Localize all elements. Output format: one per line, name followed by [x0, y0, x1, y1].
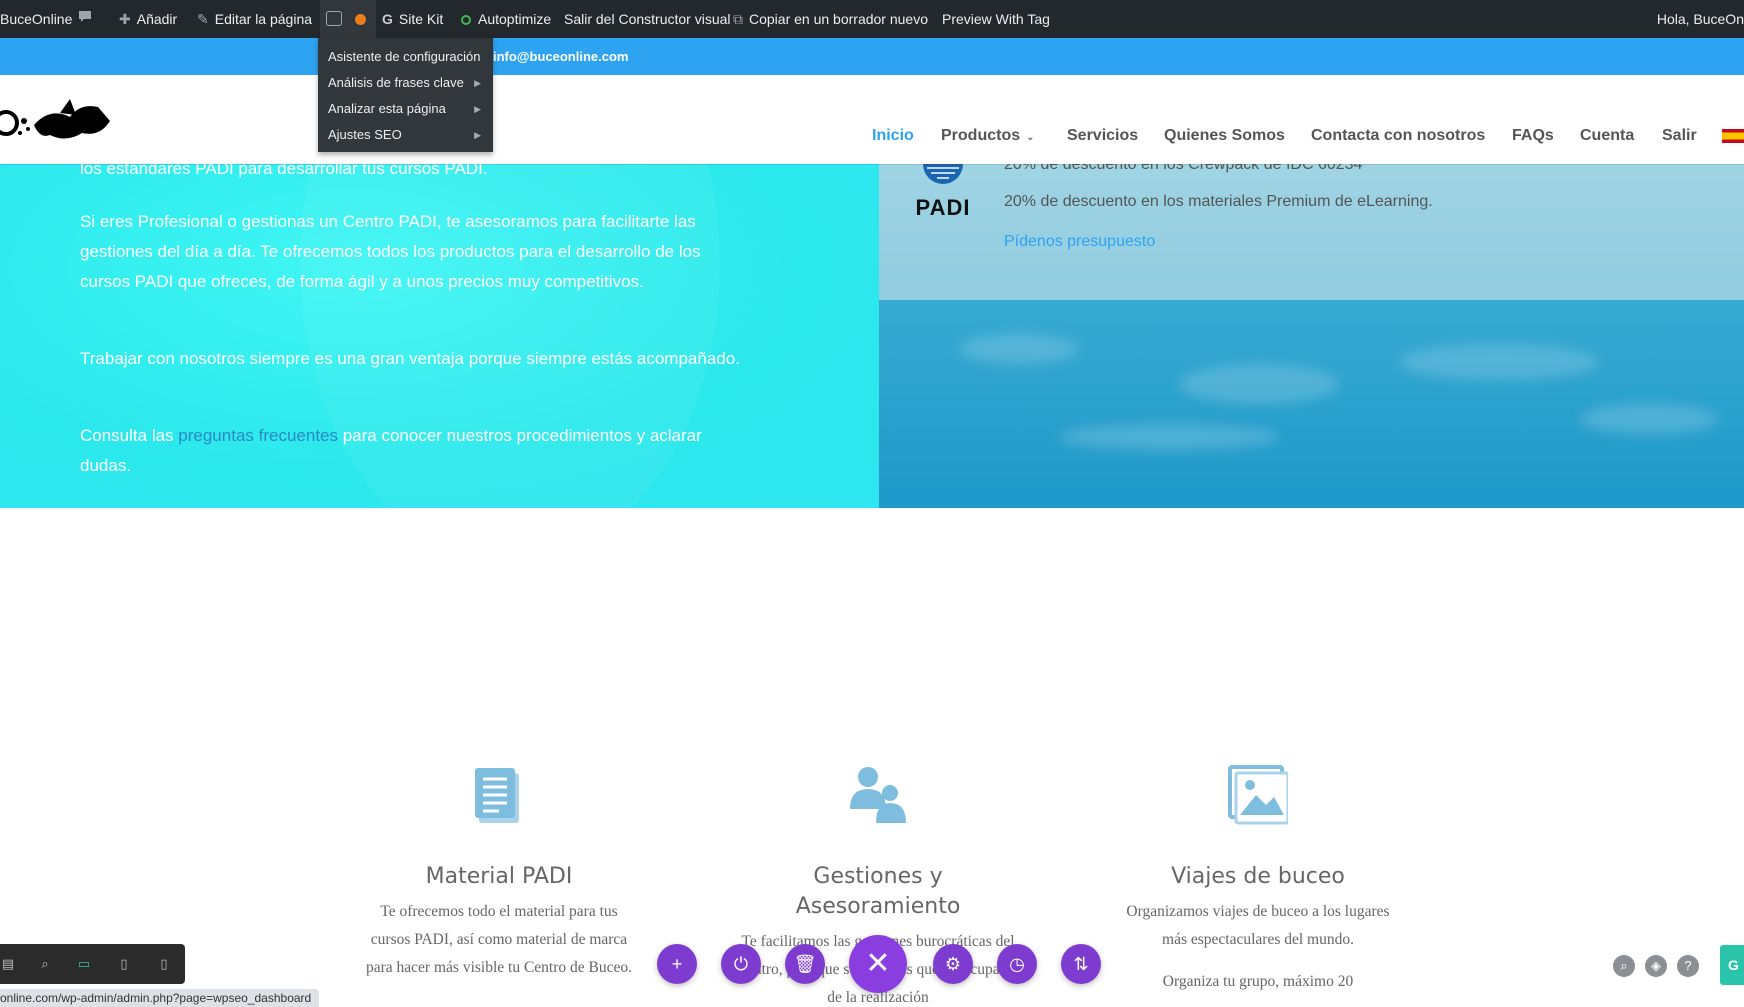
- padi-wordmark: PADI: [915, 195, 971, 220]
- user-greeting[interactable]: Hola, BuceOn: [1657, 0, 1744, 38]
- nav-item-salir[interactable]: Salir: [1662, 127, 1697, 145]
- delete-button[interactable]: 🗑: [785, 944, 825, 984]
- admin-site-name[interactable]: BuceOnline: [0, 0, 72, 38]
- save-tab-button[interactable]: G: [1720, 945, 1744, 985]
- preview-with-tag-button[interactable]: Preview With Tag: [942, 0, 1050, 38]
- hero-right-section: PADI 20% de descuento en los Crewpack de…: [879, 164, 1744, 508]
- feature-viajes: Viajes de buceo Organizamos viajes de bu…: [1118, 765, 1398, 996]
- portability-button[interactable]: ⇅: [1061, 944, 1101, 984]
- comments-icon[interactable]: [78, 0, 92, 38]
- padi-logo: PADI: [909, 164, 977, 220]
- offer-line-1: 20% de descuento en los Crewpack de IDC …: [1004, 164, 1363, 173]
- feature-title: Material PADI: [425, 864, 573, 889]
- submenu-arrow-icon: ▶: [474, 78, 481, 88]
- exit-visual-builder-button[interactable]: Salir del Constructor visual: [564, 0, 731, 38]
- add-module-button[interactable]: +: [657, 944, 697, 984]
- layers-icon[interactable]: ◈: [1645, 955, 1667, 977]
- menu-item-seo-settings[interactable]: Ajustes SEO ▶: [318, 122, 493, 148]
- nav-item-faqs[interactable]: FAQs: [1512, 127, 1554, 145]
- builder-view-bar: ▤ ⌕ ▭ ▯ ▯: [0, 944, 185, 984]
- copy-to-draft-button[interactable]: ⧉ Copiar en un borrador nuevo: [733, 0, 928, 38]
- feature-text-2: Organiza tu grupo, máximo 20: [1162, 973, 1354, 990]
- zoom-icon[interactable]: ⌕: [37, 956, 53, 972]
- feature-text: Organizamos viajes de buceo a los lugare…: [1126, 903, 1390, 948]
- hero-paragraph-3: Trabajar con nosotros siempre es una gra…: [80, 349, 740, 368]
- add-new-button[interactable]: ✚ Añadir: [119, 0, 177, 38]
- history-button[interactable]: ◷: [997, 944, 1037, 984]
- close-builder-button[interactable]: ✕: [849, 935, 907, 993]
- document-icon: [475, 768, 519, 823]
- yoast-icon: [326, 11, 342, 26]
- tablet-view-icon[interactable]: ▯: [116, 956, 132, 972]
- menu-item-keyphrase-analysis[interactable]: Análisis de frases clave ▶: [318, 70, 493, 96]
- desktop-view-icon[interactable]: ▭: [76, 956, 92, 972]
- users-icon: [850, 767, 906, 823]
- settings-gear-button[interactable]: ⚙: [933, 944, 973, 984]
- nav-item-servicios[interactable]: Servicios: [1067, 127, 1138, 145]
- nav-item-productos[interactable]: Productos ⌄: [941, 127, 1035, 145]
- help-icon[interactable]: ?: [1677, 955, 1699, 977]
- nav-item-cuenta[interactable]: Cuenta: [1580, 127, 1634, 145]
- offer-line-2: 20% de descuento en los materiales Premi…: [1004, 193, 1433, 210]
- spanish-flag-icon[interactable]: [1722, 129, 1744, 143]
- submenu-arrow-icon: ▶: [474, 130, 481, 140]
- chevron-down-icon: ⌄: [1026, 132, 1035, 143]
- wp-admin-bar: BuceOnline ✚ Añadir ✎ Editar la página G Si…: [0, 0, 1744, 38]
- pencil-icon: ✎: [197, 11, 209, 27]
- autoptimize-button[interactable]: Autoptimize: [461, 0, 551, 38]
- feature-title: Viajes de buceo: [1171, 864, 1345, 889]
- phone-view-icon[interactable]: ▯: [156, 956, 172, 972]
- autoptimize-circle-icon: [461, 15, 471, 25]
- submenu-arrow-icon: ▶: [474, 104, 481, 114]
- padi-globe-icon: [923, 164, 963, 184]
- edit-page-button[interactable]: ✎ Editar la página: [197, 0, 312, 38]
- search-icon[interactable]: ⌕: [1613, 955, 1635, 977]
- google-g-icon: G: [382, 11, 393, 27]
- copy-icon: ⧉: [733, 11, 743, 27]
- feature-title: Gestiones y Asesoramiento: [795, 864, 961, 919]
- nav-item-contacta[interactable]: Contacta con nosotros: [1311, 127, 1485, 145]
- hero-paragraph-1: los estándares PADI para desarrollar tus…: [80, 164, 488, 178]
- image-icon: [1228, 765, 1290, 825]
- hero-left-section: los estándares PADI para desarrollar tus…: [0, 164, 879, 508]
- nav-item-quienes-somos[interactable]: Quienes Somos: [1164, 127, 1285, 145]
- hero-paragraph-2: Si eres Profesional o gestionas un Centr…: [80, 212, 701, 291]
- wireframe-view-icon[interactable]: ▤: [0, 956, 16, 972]
- feature-text: Te ofrecemos todo el material para tus c…: [366, 903, 632, 976]
- yoast-dropdown-menu: Asistente de configuración Análisis de f…: [318, 38, 493, 152]
- yoast-seo-menu[interactable]: [320, 0, 376, 38]
- request-quote-link[interactable]: Pídenos presupuesto: [1004, 233, 1155, 251]
- feature-material-padi: Material PADI Te ofrecemos todo el mater…: [359, 765, 639, 982]
- contact-email[interactable]: info@buceonline.com: [493, 49, 628, 64]
- site-logo[interactable]: [0, 85, 115, 150]
- site-header: Inicio Productos ⌄ Servicios Quienes Somo…: [0, 75, 1744, 164]
- hero-paragraph-4: Consulta las preguntas frecuentes para c…: [80, 426, 702, 475]
- faq-link[interactable]: preguntas frecuentes: [178, 426, 338, 445]
- top-info-bar: info@buceonline.com: [0, 38, 1744, 75]
- menu-item-config-wizard[interactable]: Asistente de configuración: [318, 44, 493, 70]
- plus-icon: ✚: [119, 11, 131, 27]
- nav-item-inicio[interactable]: Inicio: [872, 127, 914, 145]
- site-kit-button[interactable]: G Site Kit: [382, 0, 443, 38]
- menu-item-analyze-page[interactable]: Analizar esta página ▶: [318, 96, 493, 122]
- power-button[interactable]: ⏻: [721, 944, 761, 984]
- seo-status-dot: [355, 14, 366, 25]
- offer-panel: PADI 20% de descuento en los Crewpack de…: [879, 164, 1744, 300]
- status-bar-url: online.com/wp-admin/admin.php?page=wpseo…: [0, 989, 320, 1007]
